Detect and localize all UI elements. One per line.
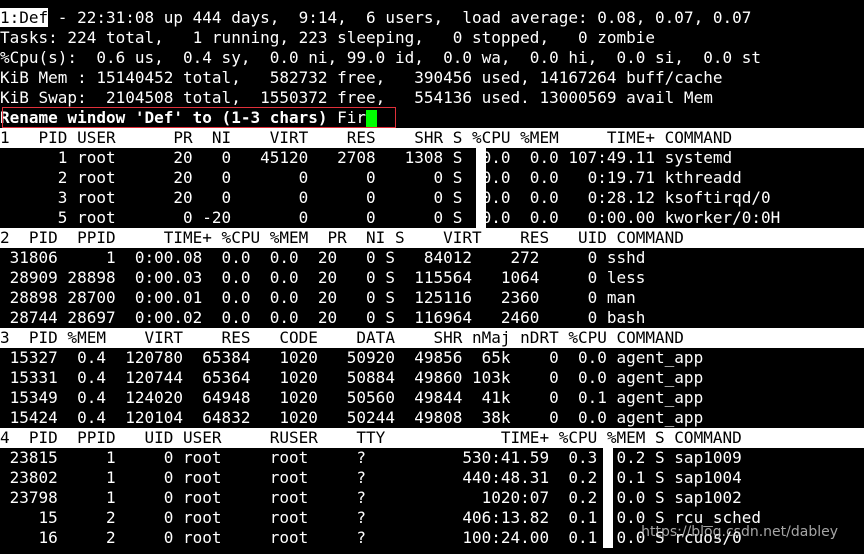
- table-row[interactable]: 2 root 20 0 0 0 0 S 0.0 0.0 0:19.71 kthr…: [0, 168, 864, 188]
- window-4-header[interactable]: 4 PID PPID UID USER RUSER TTY TIME+ %CPU…: [0, 428, 864, 448]
- table-row[interactable]: 23815 1 0 root root ? 530:41.59 0.3 0.2 …: [0, 448, 864, 468]
- summary-line-tasks: Tasks: 224 total, 1 running, 223 sleepin…: [0, 28, 656, 47]
- summary-line-mem: KiB Mem : 15140452 total, 582732 free, 3…: [0, 68, 723, 87]
- watermark: https://blog.csdn.net/dabley: [641, 524, 838, 540]
- window-1-sort-column-bar: [476, 148, 486, 228]
- table-row[interactable]: 15327 0.4 120780 65384 1020 50920 49856 …: [0, 348, 864, 368]
- table-row[interactable]: 28744 28697 0:00.02 0.0 0.0 20 0 S 11696…: [0, 308, 864, 328]
- window-label: 1:Def: [0, 8, 49, 27]
- rename-prompt[interactable]: Rename window 'Def' to (1-3 chars) Fir: [0, 108, 864, 128]
- summary-line-swap: KiB Swap: 2104508 total, 1550372 free, 5…: [0, 88, 713, 107]
- table-row[interactable]: 3 root 20 0 0 0 0 S 0.0 0.0 0:28.12 ksof…: [0, 188, 864, 208]
- summary-line-cpu: %Cpu(s): 0.6 us, 0.4 sy, 0.0 ni, 99.0 id…: [0, 48, 761, 67]
- rename-input[interactable]: Fir: [337, 108, 366, 127]
- table-row[interactable]: 23798 1 0 root root ? 1020:07 0.2 0.0 S …: [0, 488, 864, 508]
- text-cursor: [366, 109, 378, 128]
- table-row[interactable]: 28909 28898 0:00.03 0.0 0.0 20 0 S 11556…: [0, 268, 864, 288]
- summary-line-uptime: 1:Def - 22:31:08 up 444 days, 9:14, 6 us…: [0, 8, 864, 28]
- rename-prompt-label: Rename window 'Def' to (1-3 chars): [0, 108, 338, 127]
- table-row[interactable]: 15349 0.4 124020 64948 1020 50560 49844 …: [0, 388, 864, 408]
- window-2-header[interactable]: 2 PID PPID TIME+ %CPU %MEM PR NI S VIRT …: [0, 228, 864, 248]
- table-row[interactable]: 5 root 0 -20 0 0 0 S 0.0 0.0 0:00.00 kwo…: [0, 208, 864, 228]
- window-4-sort-column-bar: [603, 448, 613, 548]
- table-row[interactable]: 28898 28700 0:00.01 0.0 0.0 20 0 S 12511…: [0, 288, 864, 308]
- uptime-text: - 22:31:08 up 444 days, 9:14, 6 users, l…: [48, 8, 752, 27]
- table-row[interactable]: 15424 0.4 120104 64832 1020 50244 49808 …: [0, 408, 864, 428]
- window-3-header[interactable]: 3 PID %MEM VIRT RES CODE DATA SHR nMaj n…: [0, 328, 864, 348]
- table-row[interactable]: 1 root 20 0 45120 2708 1308 S 0.0 0.0 10…: [0, 148, 864, 168]
- table-row[interactable]: 23802 1 0 root root ? 440:48.31 0.2 0.1 …: [0, 468, 864, 488]
- table-row[interactable]: 15331 0.4 120744 65364 1020 50884 49860 …: [0, 368, 864, 388]
- table-row[interactable]: 31806 1 0:00.08 0.0 0.0 20 0 S 84012 272…: [0, 248, 864, 268]
- window-1-header[interactable]: 1 PID USER PR NI VIRT RES SHR S %CPU %ME…: [0, 128, 864, 148]
